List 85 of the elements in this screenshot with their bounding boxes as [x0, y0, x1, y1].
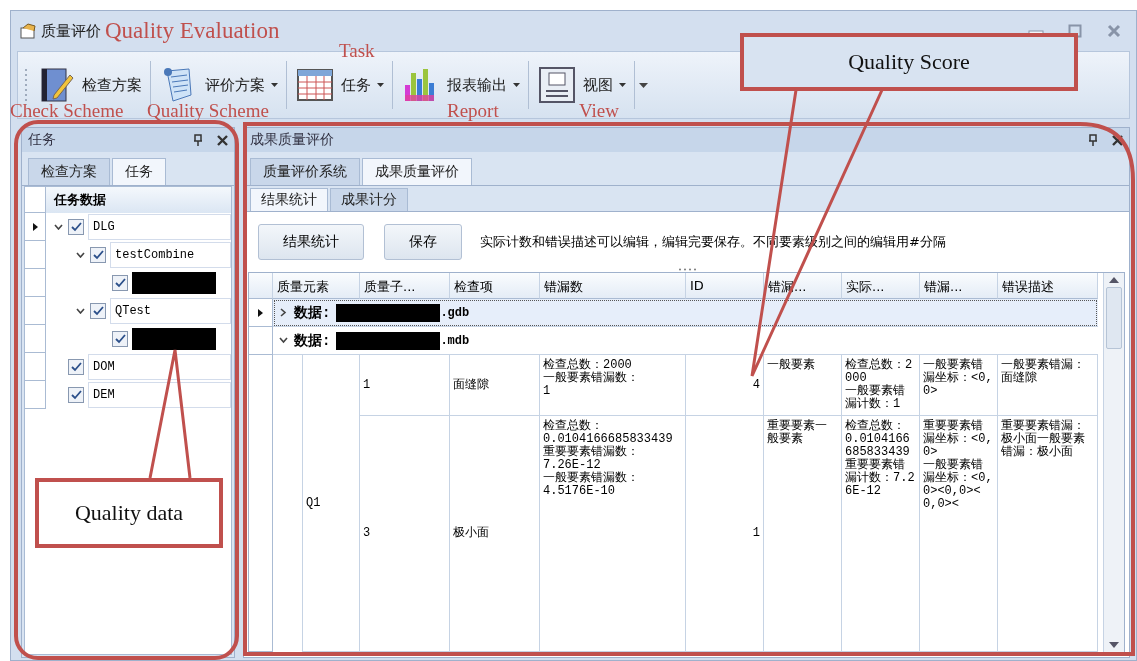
- row-header[interactable]: [25, 213, 46, 241]
- toolbar-button[interactable]: 任务: [291, 63, 388, 107]
- pin-icon[interactable]: [193, 134, 203, 146]
- group-label: 数据:: [294, 331, 331, 350]
- column-header[interactable]: 错误描述: [998, 273, 1098, 299]
- chevron-icon[interactable]: [279, 308, 288, 317]
- table-cell: 重要要素错漏：极小面一般要素错漏：极小面: [998, 416, 1098, 652]
- table-cell: 重要要素一般要素: [764, 416, 842, 652]
- action-button[interactable]: 保存: [384, 224, 462, 260]
- splitter-grip-icon[interactable]: [676, 267, 697, 271]
- tree-item[interactable]: QTest: [110, 298, 231, 324]
- row-header: [249, 273, 273, 299]
- file-extension: .mdb: [440, 333, 470, 348]
- checkbox[interactable]: [112, 275, 128, 291]
- table-cell: 检查总数：2000 一般要素错漏计数：1: [842, 355, 920, 416]
- window-title: 质量评价: [41, 21, 101, 41]
- column-header[interactable]: 质量子...: [360, 273, 450, 299]
- tree-item[interactable]: DOM: [88, 354, 231, 380]
- callout-box: Quality data: [35, 478, 223, 548]
- scroll-up-icon[interactable]: [1109, 277, 1119, 283]
- scroll-down-icon[interactable]: [1109, 642, 1119, 648]
- chevron-icon[interactable]: [75, 308, 85, 314]
- app-icon: [19, 22, 37, 40]
- group-row[interactable]: 数据: .gdb: [273, 299, 1098, 327]
- panel-title: 任务: [28, 131, 56, 149]
- table-cell: 1: [360, 355, 450, 416]
- chevron-icon[interactable]: [75, 252, 85, 258]
- close-icon[interactable]: [1112, 134, 1123, 146]
- scrollbar[interactable]: [1103, 273, 1124, 652]
- overflow-caret-icon[interactable]: [639, 82, 648, 88]
- tab[interactable]: 任务: [112, 158, 166, 185]
- column-header: 任务数据: [52, 191, 106, 209]
- chevron-icon[interactable]: [279, 336, 288, 345]
- table-cell: 面缝隙: [450, 355, 540, 416]
- tab[interactable]: 成果质量评价: [362, 158, 472, 185]
- annotation-label: View: [579, 101, 619, 121]
- window-icon: [537, 65, 577, 105]
- tree-item[interactable]: testCombine: [110, 242, 231, 268]
- tab[interactable]: 结果统计: [250, 188, 328, 211]
- group-label: 数据:: [294, 303, 331, 322]
- table-cell: 一般要素错漏：面缝隙: [998, 355, 1098, 416]
- panel-title: 成果质量评价: [250, 131, 334, 149]
- chevron-icon[interactable]: [53, 224, 63, 230]
- annotation-label: Quality Evaluation: [105, 18, 280, 44]
- checkbox[interactable]: [112, 331, 128, 347]
- tree-item[interactable]: DEM: [88, 382, 231, 408]
- checkbox[interactable]: [90, 303, 106, 319]
- current-row-icon: [32, 222, 38, 231]
- column-header[interactable]: 实际...: [842, 273, 920, 299]
- table-cell: 检查总数：0.0104166685833439 重要要素错漏计数：7.26E-12: [842, 416, 920, 652]
- column-header[interactable]: 质量元素: [273, 273, 360, 299]
- table-cell: Q1: [303, 355, 360, 652]
- group-row[interactable]: 数据: .mdb: [273, 327, 1098, 355]
- table-cell: 检查总数： 0.0104166685833439 重要要素错漏数： 7.26E-12 一般要素错漏数： 4.5176E-10: [540, 416, 686, 652]
- file-extension: .gdb: [440, 305, 470, 320]
- close-icon[interactable]: [217, 134, 228, 146]
- table-cell: 极小面: [450, 416, 540, 652]
- action-button[interactable]: 结果统计: [258, 224, 364, 260]
- table-cell: 1: [686, 416, 764, 652]
- column-header[interactable]: 检查项: [450, 273, 540, 299]
- pin-icon[interactable]: [1088, 134, 1098, 146]
- scrollbar-thumb[interactable]: [1106, 287, 1122, 349]
- current-row-icon: [258, 308, 263, 317]
- tab[interactable]: 成果计分: [330, 188, 408, 211]
- column-header[interactable]: ID: [686, 273, 764, 299]
- annotation-label: Report: [447, 101, 499, 121]
- checkbox[interactable]: [68, 219, 84, 235]
- annotation-label: Quality Scheme: [147, 101, 269, 121]
- table-cell: 检查总数：2000 一般要素错漏数： 1: [540, 355, 686, 416]
- table-cell: 重要要素错漏坐标：<0,0> 一般要素错漏坐标：<0,0><0,0><0,0><: [920, 416, 998, 652]
- annotation-label: Check Scheme: [10, 101, 124, 121]
- column-header[interactable]: 错漏...: [920, 273, 998, 299]
- checkbox[interactable]: [68, 359, 84, 375]
- table-cell: 4: [686, 355, 764, 416]
- tab[interactable]: 质量评价系统: [250, 158, 360, 185]
- table-cell: 一般要素错漏坐标：<0,0>: [920, 355, 998, 416]
- checkbox[interactable]: [68, 387, 84, 403]
- callout-box: Quality Score: [740, 33, 1078, 91]
- checkbox[interactable]: [90, 247, 106, 263]
- table-cell: 一般要素: [764, 355, 842, 416]
- tab[interactable]: 检查方案: [28, 158, 110, 185]
- tree-item[interactable]: DLG: [88, 214, 231, 240]
- annotation-label: Task: [339, 41, 375, 61]
- column-header[interactable]: 错漏数: [540, 273, 686, 299]
- table-cell: 3: [360, 416, 450, 652]
